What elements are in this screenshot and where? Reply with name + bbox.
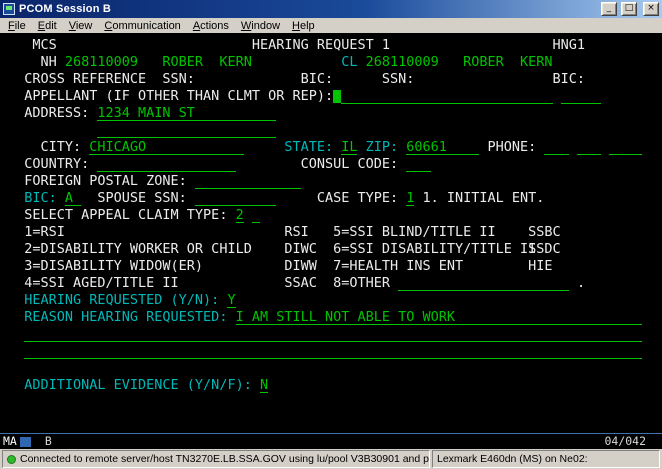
screen-label: SSDC <box>528 241 561 258</box>
screen-label: ZIP: <box>366 139 399 156</box>
screen-label: HNG1 <box>553 37 586 54</box>
screen-field[interactable]: 60661 <box>406 139 479 155</box>
screen-label: HEARING REQUESTED (Y/N): <box>24 292 219 309</box>
screen-label: COUNTRY: <box>24 156 89 173</box>
screen-field[interactable] <box>24 326 642 342</box>
screen-label: 6=SSI DISABILITY/TITLE II <box>333 241 536 258</box>
screen-label: HIE <box>528 258 552 275</box>
maximize-button[interactable]: □ <box>621 2 637 16</box>
screen-field[interactable] <box>406 156 430 172</box>
screen-label: CL <box>341 54 357 71</box>
menubar: File Edit View Communication Actions Win… <box>0 18 662 33</box>
screen-label: REASON HEARING REQUESTED: <box>24 309 227 326</box>
screen-label: 7=HEALTH INS ENT <box>333 258 463 275</box>
screen-field[interactable]: Y <box>227 292 235 308</box>
screen-label: 1=RSI <box>24 224 65 241</box>
statusbar: Connected to remote server/host TN3270E.… <box>0 449 662 469</box>
screen-field[interactable]: 2 <box>236 207 244 223</box>
screen-label: CITY: <box>41 139 82 156</box>
menu-item-file[interactable]: File <box>2 20 32 32</box>
screen-label: SELECT APPEAL CLAIM TYPE: <box>24 207 227 224</box>
screen-field[interactable]: IL <box>341 139 357 155</box>
screen-label: STATE: <box>284 139 333 156</box>
screen-label: SPOUSE SSN: <box>97 190 186 207</box>
screen-field[interactable] <box>252 207 260 223</box>
oia-indicator-block <box>20 437 31 447</box>
connection-status-panel: Connected to remote server/host TN3270E.… <box>2 450 430 468</box>
screen-label: CONSUL CODE: <box>301 156 399 173</box>
screen-field[interactable] <box>341 88 552 104</box>
screen-label: DIWW <box>284 258 317 275</box>
menu-item-view[interactable]: View <box>63 20 99 32</box>
screen-label: 2=DISABILITY WORKER OR CHILD <box>24 241 252 258</box>
screen-field[interactable] <box>97 156 235 172</box>
screen-field[interactable]: N <box>260 377 268 393</box>
pcom-window: PCOM Session B _ □ × File Edit View Comm… <box>0 0 662 469</box>
screen-label: SSN: <box>382 71 415 88</box>
menu-item-communication[interactable]: Communication <box>98 20 186 32</box>
screen-label: ADDRESS: <box>24 105 89 122</box>
screen-field[interactable] <box>544 139 568 155</box>
screen-label: SSAC <box>284 275 317 292</box>
screen-field[interactable] <box>609 139 642 155</box>
screen-label: PHONE: <box>488 139 537 156</box>
screen-field[interactable]: CHICAGO <box>89 139 243 155</box>
titlebar[interactable]: PCOM Session B _ □ × <box>0 0 662 18</box>
screen-label: 1. INITIAL ENT. <box>423 190 545 207</box>
screen-field[interactable] <box>398 275 569 291</box>
screen-label: RSI <box>284 224 308 241</box>
printer-status-panel: Lexmark E460dn (MS) on Ne02: <box>432 450 660 468</box>
screen-label: 8=OTHER <box>333 275 390 292</box>
screen-field[interactable] <box>561 88 602 104</box>
screen-field[interactable] <box>24 343 642 359</box>
screen-label: 3=DISABILITY WIDOW(ER) <box>24 258 203 275</box>
screen-label: CROSS REFERENCE <box>24 71 146 88</box>
screen-label: FOREIGN POSTAL ZONE: <box>24 173 187 190</box>
screen-field[interactable]: 1234 MAIN ST <box>97 105 276 121</box>
terminal-screen[interactable]: MA B 04/042 MCSHEARING REQUEST 1HNG1NH26… <box>0 33 662 449</box>
menu-item-edit[interactable]: Edit <box>32 20 63 32</box>
window-title: PCOM Session B <box>19 3 597 15</box>
screen-label: 4=SSI AGED/TITLE II <box>24 275 178 292</box>
screen-label: 268110009 ROBER KERN <box>366 54 553 71</box>
screen-label: MCS <box>32 37 56 54</box>
screen-label: CASE TYPE: <box>317 190 398 207</box>
screen-field[interactable]: 1 <box>406 190 414 206</box>
screen-label: SSN: <box>162 71 195 88</box>
operator-info-area: MA B 04/042 <box>0 433 662 449</box>
minimize-button[interactable]: _ <box>601 2 617 16</box>
oia-cursor-position: 04/042 <box>604 433 646 449</box>
screen-label: . <box>577 275 585 292</box>
screen-label: NH <box>41 54 57 71</box>
screen-label: APPELLANT (IF OTHER THAN CLMT OR REP): <box>24 88 333 105</box>
oia-session-id: B <box>45 433 52 449</box>
printer-status-text: Lexmark E460dn (MS) on Ne02: <box>437 453 588 465</box>
oia-system-indicator: MA <box>3 433 17 449</box>
screen-cursor[interactable] <box>333 90 341 103</box>
app-icon <box>3 3 15 15</box>
screen-label: DIWC <box>284 241 317 258</box>
screen-label: 5=SSI BLIND/TITLE II <box>333 224 496 241</box>
screen-field[interactable] <box>195 173 301 189</box>
connected-icon <box>7 455 16 464</box>
connection-status-text: Connected to remote server/host TN3270E.… <box>20 453 430 465</box>
screen-field[interactable]: A <box>65 190 81 206</box>
screen-label: ADDITIONAL EVIDENCE (Y/N/F): <box>24 377 252 394</box>
screen-field[interactable] <box>195 190 276 206</box>
screen-label: BIC: <box>301 71 334 88</box>
screen-label: HEARING REQUEST 1 <box>252 37 390 54</box>
screen-label: BIC: <box>553 71 586 88</box>
screen-label: 268110009 ROBER KERN <box>65 54 252 71</box>
menu-item-window[interactable]: Window <box>235 20 286 32</box>
screen-field[interactable] <box>577 139 601 155</box>
screen-label: BIC: <box>24 190 57 207</box>
close-button[interactable]: × <box>643 2 659 16</box>
screen-field[interactable]: I AM STILL NOT ABLE TO WORK <box>236 309 642 325</box>
menu-item-help[interactable]: Help <box>286 20 321 32</box>
screen-field[interactable] <box>97 122 276 138</box>
menu-item-actions[interactable]: Actions <box>187 20 235 32</box>
screen-label: SSBC <box>528 224 561 241</box>
